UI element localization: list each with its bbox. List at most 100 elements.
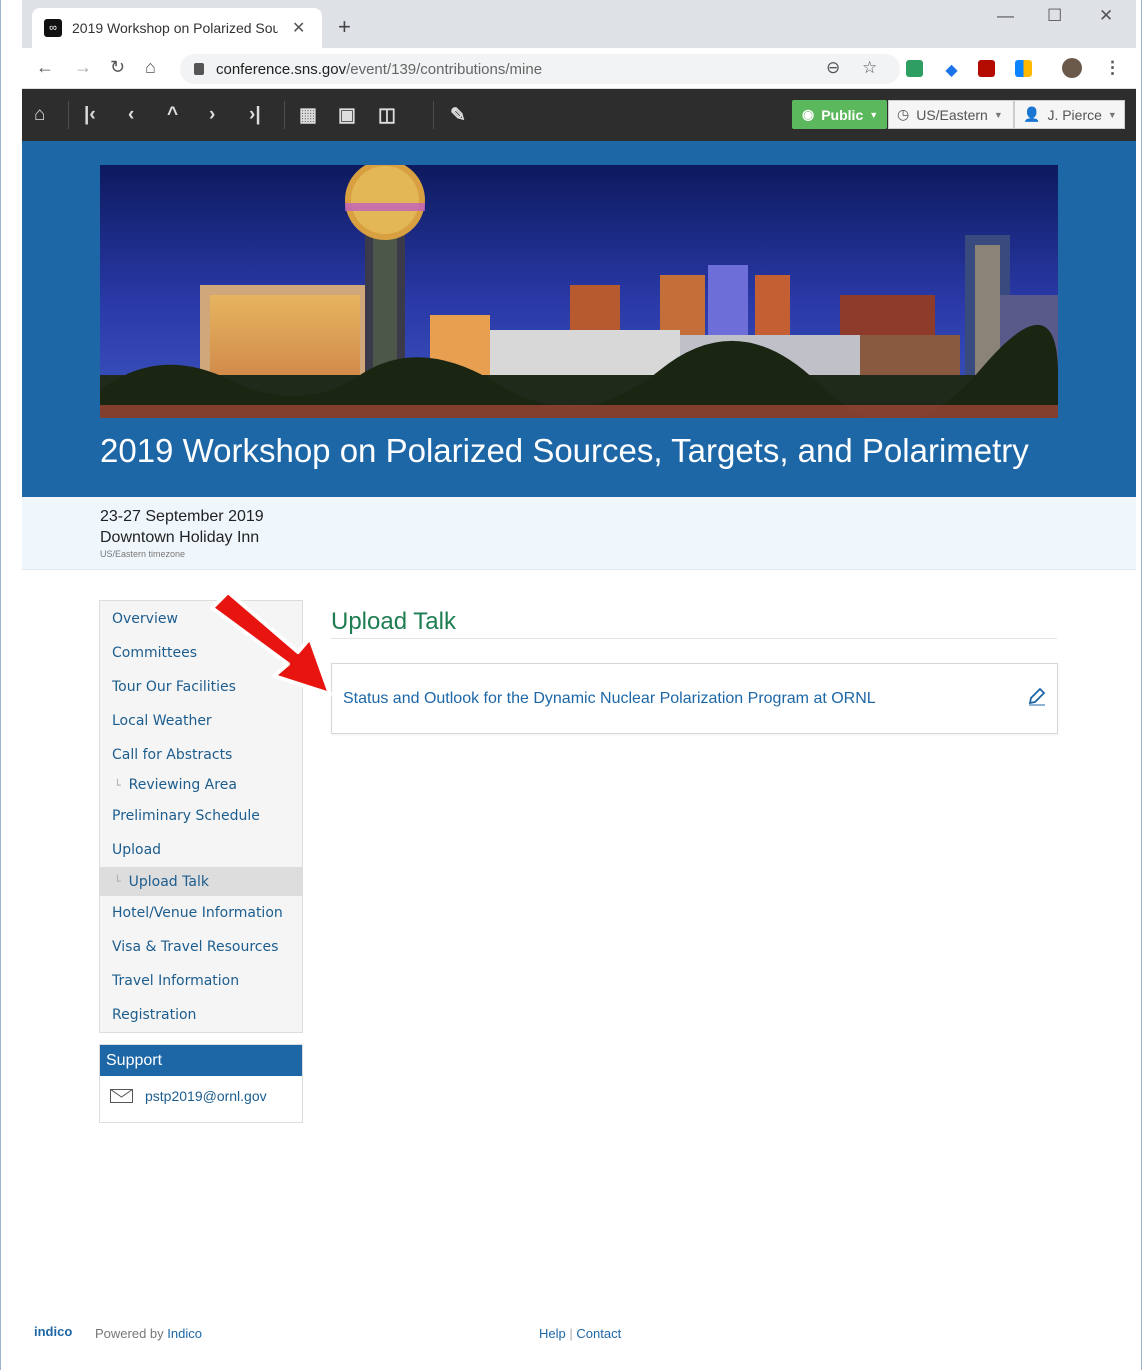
branch-icon: └ (114, 875, 121, 888)
menu-item-label: Call for Abstracts (112, 747, 233, 763)
layout-icon[interactable]: ◫ (378, 104, 396, 127)
zoom-icon[interactable]: ⊖ (826, 58, 840, 78)
event-header: 2019 Workshop on Polarized Sources, Targ… (22, 141, 1136, 497)
menu-item-upload[interactable]: Upload (100, 834, 302, 866)
url-path: /event/139/contributions/mine (346, 60, 543, 78)
support-email: pstp2019@ornl.gov (145, 1088, 267, 1104)
user-label: J. Pierce (1047, 106, 1102, 123)
event-details: 23-27 September 2019 Downtown Holiday In… (22, 497, 1136, 570)
menu-item-label: Hotel/Venue Information (112, 905, 283, 921)
browser-menu-icon[interactable]: ⋮ (1104, 58, 1121, 78)
maximize-button[interactable]: ☐ (1047, 6, 1062, 26)
event-title[interactable]: 2019 Workshop on Polarized Sources, Targ… (100, 432, 1029, 470)
bookmark-star-icon[interactable]: ☆ (862, 58, 877, 78)
powered-by: Powered by Indico (95, 1326, 202, 1341)
profile-avatar[interactable] (1062, 58, 1082, 78)
next-icon[interactable]: › (209, 104, 215, 126)
indico-favicon-icon: ∞ (44, 19, 62, 37)
address-bar[interactable]: conference.sns.gov/event/139/contributio… (180, 54, 900, 84)
home-browser-icon[interactable]: ⌂ (145, 57, 156, 78)
menu-item-label: Travel Information (112, 973, 240, 989)
extension-windows-icon[interactable] (1015, 60, 1032, 77)
menu-item-upload-talk[interactable]: └ Upload Talk (100, 867, 302, 896)
timezone-note: US/Eastern timezone (100, 549, 186, 559)
up-icon[interactable]: ^ (167, 104, 178, 126)
tab-close-icon[interactable]: ✕ (292, 18, 305, 38)
contact-link[interactable]: Contact (576, 1326, 621, 1341)
indico-link[interactable]: Indico (167, 1326, 202, 1341)
extension-acrobat-icon[interactable] (978, 60, 995, 77)
last-icon[interactable]: ›| (249, 104, 261, 126)
menu-item-label: Upload (112, 842, 162, 858)
annotation-arrow (198, 590, 338, 715)
menu-item-label: Upload Talk (128, 873, 209, 890)
contribution-link[interactable]: Status and Outlook for the Dynamic Nucle… (343, 690, 876, 708)
support-box: Support pstp2019@ornl.gov (99, 1044, 303, 1123)
minimize-button[interactable]: — (997, 6, 1014, 26)
extension-sheets-icon[interactable] (906, 60, 923, 77)
menu-item-label: Registration (112, 1007, 197, 1023)
menu-item-reviewing-area[interactable]: └ Reviewing Area (100, 769, 302, 801)
event-venue: Downtown Holiday Inn (100, 529, 260, 546)
page-title: Upload Talk (331, 608, 456, 635)
url-host: conference.sns.gov (216, 60, 347, 78)
indico-toolbar: ⌂ |‹ ‹ ^ › ›| ▦ ▣ ◫ ✎ ◉ Public ▼ ◷ US/Ea… (22, 89, 1136, 141)
home-icon[interactable]: ⌂ (34, 104, 45, 126)
powered-by-text: Powered by (95, 1326, 164, 1341)
contribution-item: Status and Outlook for the Dynamic Nucle… (331, 663, 1058, 734)
public-label: Public (821, 106, 864, 123)
back-icon[interactable]: ← (36, 57, 54, 78)
chevron-down-icon: ▼ (1107, 109, 1117, 120)
calendar-icon[interactable]: ▦ (299, 104, 317, 127)
public-button[interactable]: ◉ Public ▼ (792, 100, 887, 129)
prev-icon[interactable]: ‹ (128, 104, 134, 126)
page-footer: indico Powered by Indico Help | Contact (22, 1318, 1136, 1348)
toolbar-divider (433, 101, 434, 129)
timezone-label: US/Eastern (916, 106, 988, 123)
menu-item-preliminary-schedule[interactable]: Preliminary Schedule (100, 800, 302, 832)
menu-item-registration[interactable]: Registration (100, 999, 302, 1031)
tab-title: 2019 Workshop on Polarized Sou (72, 20, 278, 36)
toolbar-divider (68, 101, 69, 129)
user-icon: 👤 (1023, 106, 1041, 122)
tab-strip: ∞ 2019 Workshop on Polarized Sou ✕ + — ☐… (22, 0, 1136, 48)
footer-separator: | (569, 1326, 573, 1341)
chevron-down-icon: ▼ (993, 109, 1003, 120)
footer-links: Help | Contact (539, 1326, 621, 1341)
menu-item-label: Reviewing Area (128, 777, 237, 793)
archive-icon[interactable]: ▣ (338, 104, 356, 127)
menu-item-visa-travel[interactable]: Visa & Travel Resources (100, 931, 302, 963)
globe-icon: ◉ (802, 106, 815, 122)
first-icon[interactable]: |‹ (84, 104, 96, 126)
support-email-link[interactable]: pstp2019@ornl.gov (100, 1076, 302, 1104)
menu-item-call-for-abstracts[interactable]: Call for Abstracts (100, 739, 302, 771)
reload-icon[interactable]: ↻ (110, 57, 125, 78)
city-skyline-banner (100, 165, 1058, 418)
event-dates: 23-27 September 2019 (100, 508, 264, 525)
extension-graduation-icon[interactable]: ◆ (943, 60, 960, 79)
menu-item-hotel-venue[interactable]: Hotel/Venue Information (100, 897, 302, 929)
menu-item-label: Preliminary Schedule (112, 808, 260, 824)
menu-item-label: Committees (112, 645, 198, 661)
envelope-icon (110, 1089, 133, 1103)
browser-tab[interactable]: ∞ 2019 Workshop on Polarized Sou ✕ (32, 8, 322, 48)
close-window-button[interactable]: ✕ (1099, 6, 1113, 26)
menu-item-label: Overview (112, 611, 178, 627)
branch-icon: └ (114, 778, 121, 792)
browser-nav-bar: ← → ↻ ⌂ conference.sns.gov/event/139/con… (22, 48, 1136, 89)
new-tab-button[interactable]: + (338, 14, 351, 40)
pencil-icon[interactable]: ✎ (450, 104, 466, 127)
toolbar-divider (284, 101, 285, 129)
indico-logo[interactable]: indico (34, 1324, 72, 1339)
user-button[interactable]: 👤 J. Pierce ▼ (1014, 100, 1125, 129)
timezone-button[interactable]: ◷ US/Eastern ▼ (888, 100, 1014, 129)
menu-item-label: Visa & Travel Resources (112, 939, 279, 955)
forward-icon[interactable]: → (74, 57, 92, 78)
menu-item-label: Local Weather (112, 713, 212, 729)
menu-item-travel-information[interactable]: Travel Information (100, 965, 302, 997)
lock-icon (194, 63, 204, 75)
support-heading: Support (100, 1045, 302, 1076)
edit-icon[interactable] (1027, 686, 1047, 711)
help-link[interactable]: Help (539, 1326, 566, 1341)
title-divider (331, 638, 1057, 639)
